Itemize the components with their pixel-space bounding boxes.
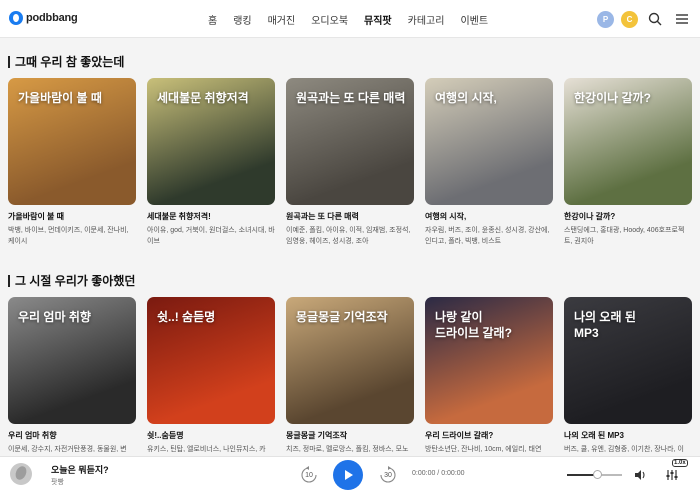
playlist-title[interactable]: 한강이나 갈까? [564, 211, 692, 222]
player-cover[interactable] [10, 463, 32, 485]
playlist-thumbnail[interactable]: 세대불문 취향저격 [147, 78, 275, 205]
thumbnail-overlay-title: 한강이나 갈까? [574, 91, 651, 105]
section-title-text: 그때 우리 참 좋았는데 [15, 55, 125, 69]
rewind-label: 10 [305, 471, 313, 479]
playlist-thumbnail[interactable]: 쉿..! 숨듣명 [147, 297, 275, 424]
playlist-card[interactable]: 원곡과는 또 다른 매력 원곡과는 또 다른 매력 이예준, 폴킴, 아이유, 이적… [286, 78, 414, 247]
audio-player: 오늘은 뭐듣지? 팟빵 10 30 0:00:00 / 0:00:00 1.0x [0, 456, 700, 492]
forward-button[interactable]: 30 [378, 465, 398, 485]
thumbnail-overlay-title: 몽글몽글 기억조작 [296, 310, 388, 324]
section-bar [8, 55, 10, 68]
thumbnail-overlay-title: 나의 오래 된 MP3 [574, 310, 636, 340]
speed-badge[interactable]: 1.0x [672, 459, 688, 467]
coin-badge[interactable]: C [621, 10, 638, 28]
volume-icon[interactable] [634, 468, 648, 486]
playlist-card[interactable]: 나랑 같이 드라이브 갈래? 우리 드라이브 갈래? 방탄소년단, 잔나비, 10c… [425, 297, 553, 466]
playlist-thumbnail[interactable]: 여행의 시작, [425, 78, 553, 205]
player-subtitle: 팟빵 [51, 479, 64, 486]
nav-category[interactable]: 카테고리 [400, 12, 453, 27]
playlist-title[interactable]: 가을바람이 불 때 [8, 211, 136, 222]
playlist-title[interactable]: 여행의 시작, [425, 211, 553, 222]
section-bar [8, 274, 10, 287]
playlist-thumbnail[interactable]: 몽글몽글 기억조작 [286, 297, 414, 424]
play-button[interactable] [333, 460, 363, 490]
podbbang-logo-icon [9, 11, 23, 25]
playlist-card[interactable]: 여행의 시작, 여행의 시작, 자우림, 버즈, 조이, 윤종신, 성시경, 강산에… [425, 78, 553, 247]
playlist-title[interactable]: 몽글몽글 기억조작 [286, 430, 414, 441]
playback-time: 0:00:00 / 0:00:00 [412, 470, 465, 477]
playlist-card[interactable]: 가을바람이 불 때 가을바람이 불 때 박뱅, 바이브, 먼데이키즈, 이문세, 잔… [8, 78, 136, 247]
playlist-artists: 스탠딩에그, 홍대광, Hoody, 406호프로젝트, 권지아 [564, 227, 685, 245]
playlist-card[interactable]: 몽글몽글 기억조작 몽글몽글 기억조작 치즈, 정마로, 멜로망스, 폴킴, 정바스… [286, 297, 414, 466]
playlist-card[interactable]: 나의 오래 된 MP3 나의 오래 된 MP3 버즈, 쿨, 유엔, 김형중, 이기… [564, 297, 692, 466]
section-title: 그때 우리 참 좋았는데 [8, 53, 124, 70]
playlist-card[interactable]: 우리 엄마 취향 우리 엄마 취향 이문세, 강수지, 자전거탄풍경, 동물원, 변 [8, 297, 136, 466]
nav-home[interactable]: 홈 [200, 12, 225, 27]
player-title[interactable]: 오늘은 뭐듣지? [51, 463, 109, 476]
playlist-title[interactable]: 나의 오래 된 MP3 [564, 430, 692, 441]
rewind-button[interactable]: 10 [299, 465, 319, 485]
thumbnail-overlay-title: 원곡과는 또 다른 매력 [296, 91, 406, 105]
main-nav: 홈 랭킹 매거진 오디오북 뮤직팟 카테고리 이벤트 [200, 0, 496, 38]
nav-magazine[interactable]: 매거진 [260, 12, 304, 27]
playlist-artists: 자우림, 버즈, 조이, 윤종신, 성시경, 강산에, 인디고, 폴라, 빅뱅,… [425, 227, 550, 245]
menu-icon[interactable] [672, 9, 692, 29]
playlist-artists: 아이유, god, 거북이, 원더걸스, 소녀시대, 바이브 [147, 227, 275, 245]
nav-audiobook[interactable]: 오디오북 [303, 12, 356, 27]
playlist-card[interactable]: 세대불문 취향저격세대불문 취향저격! 아이유, god, 거북이, 원더걸스, … [147, 78, 275, 247]
nav-musicpod[interactable]: 뮤직팟 [356, 12, 400, 27]
playlist-title[interactable]: 쉿!..숨듣명 [147, 430, 275, 441]
playlist-artists: 박뱅, 바이브, 먼데이키즈, 이문세, 잔나비, 케이시 [8, 227, 129, 245]
section-title-text: 그 시절 우리가 좋아했던 [15, 274, 136, 288]
thumbnail-overlay-title: 여행의 시작, [435, 91, 497, 105]
thumbnail-overlay-title: 우리 엄마 취향 [18, 310, 91, 324]
search-icon[interactable] [645, 9, 665, 29]
play-icon [345, 470, 353, 480]
thumbnail-overlay-title: 쉿..! 숨듣명 [157, 310, 216, 324]
playlist-title[interactable]: 우리 드라이브 갈래? [425, 430, 553, 441]
volume-knob[interactable] [593, 470, 603, 479]
playlist-title[interactable]: 우리 엄마 취향 [8, 430, 136, 441]
thumbnail-overlay-title: 나랑 같이 드라이브 갈래? [435, 310, 512, 340]
thumbnail-overlay-title: 세대불문 취향저격 [157, 91, 249, 105]
forward-label: 30 [384, 471, 392, 479]
playlist-thumbnail[interactable]: 한강이나 갈까? [564, 78, 692, 205]
playlist-title[interactable]: 원곡과는 또 다른 매력 [286, 211, 414, 222]
playlist-title[interactable]: 세대불문 취향저격! [147, 211, 275, 222]
logo[interactable]: podbbang [9, 11, 78, 25]
header-actions: P C [597, 9, 692, 29]
playlist-thumbnail[interactable]: 가을바람이 불 때 [8, 78, 136, 205]
card-row: 우리 엄마 취향 우리 엄마 취향 이문세, 강수지, 자전거탄풍경, 동물원, 변… [8, 297, 698, 466]
playlist-thumbnail[interactable]: 우리 엄마 취향 [8, 297, 136, 424]
nav-ranking[interactable]: 랭킹 [225, 12, 259, 27]
playlist-card[interactable]: 쉿..! 숨듣명 쉿!..숨듣명 유키스, 틴탑, 엘로비너스, 나인뮤지스, 카 [147, 297, 275, 466]
volume-slider[interactable] [567, 470, 622, 479]
playlist-card[interactable]: 한강이나 갈까? 한강이나 갈까? 스탠딩에그, 홍대광, Hoody, 406호프… [564, 78, 692, 247]
logo-text: podbbang [26, 12, 78, 24]
card-row: 가을바람이 불 때 가을바람이 불 때 박뱅, 바이브, 먼데이키즈, 이문세, 잔… [8, 78, 698, 247]
playlist-thumbnail[interactable]: 원곡과는 또 다른 매력 [286, 78, 414, 205]
playlist-artists: 이예준, 폴킴, 아이유, 이적, 임재범, 조정석, 임영웅, 헤이즈, 성시… [286, 227, 411, 245]
top-header: podbbang 홈 랭킹 매거진 오디오북 뮤직팟 카테고리 이벤트 P C [0, 0, 700, 38]
nav-event[interactable]: 이벤트 [452, 12, 496, 27]
playlist-thumbnail[interactable]: 나랑 같이 드라이브 갈래? [425, 297, 553, 424]
playlist-thumbnail[interactable]: 나의 오래 된 MP3 [564, 297, 692, 424]
section-title: 그 시절 우리가 좋아했던 [8, 272, 135, 289]
point-badge[interactable]: P [597, 10, 614, 28]
thumbnail-overlay-title: 가을바람이 불 때 [18, 91, 102, 105]
equalizer-icon[interactable] [665, 468, 679, 487]
